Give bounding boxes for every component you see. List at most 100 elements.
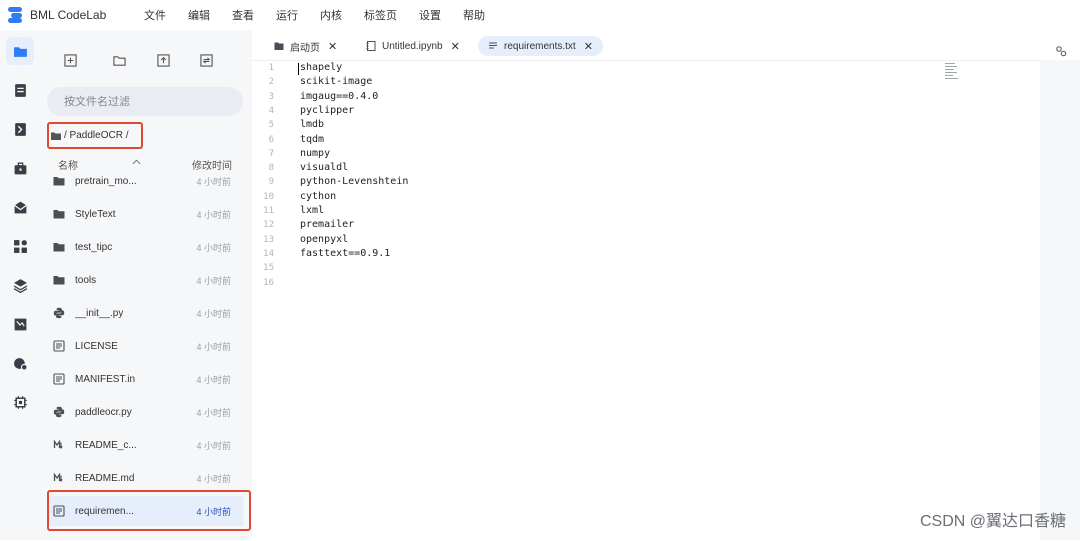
property-inspector-icon[interactable] [1055,44,1067,57]
code-line: lxml [300,205,325,216]
tab-0[interactable]: 启动页 ✕ [264,36,347,56]
code-line: numpy [300,147,331,159]
file-modified: 4 小时前 [196,176,231,187]
layers-icon[interactable] [6,271,34,299]
code-line: shapely [300,62,343,73]
file-row[interactable]: StyleText 4 小时前 [47,199,243,229]
notebook-icon [366,41,376,51]
file-row[interactable]: pretrain_mo... 4 小时前 [47,166,243,196]
file-name: StyleText [75,208,116,220]
menu-item-1[interactable]: 编辑 [188,7,210,23]
file-row[interactable]: paddleocr.py 4 小时前 [47,397,243,427]
menu-item-5[interactable]: 标签页 [364,7,397,23]
close-icon[interactable]: ✕ [584,40,593,53]
line-number: 3 [268,91,274,102]
toolbox-icon[interactable] [6,154,34,182]
new-folder-icon[interactable] [111,52,127,68]
bml-logo-icon [8,7,22,23]
file-modified: 4 小时前 [196,407,231,418]
text-editor[interactable]: 1 shapely 2 scikit-image 3 imgaug==0.4.0 4 pycl… [252,60,1040,541]
file-modified: 4 小时前 [196,374,231,385]
folder-file-icon [53,208,65,220]
text-file-icon [53,340,65,352]
file-filter-input[interactable] [47,87,243,116]
launcher-icon [274,41,284,51]
line-number: 14 [263,248,274,259]
line-number: 8 [268,163,274,174]
selected-file-highlight [47,490,251,531]
new-launcher-icon[interactable] [62,52,78,68]
file-name: README.md [75,472,135,484]
code-line: python-Levenshtein [300,176,409,188]
line-number: 10 [263,191,274,202]
code-line: fasttext==0.9.1 [300,247,391,259]
menu-item-6[interactable]: 设置 [419,7,441,23]
folder-icon[interactable] [6,37,34,65]
file-row[interactable]: __init__.py 4 小时前 [47,298,243,328]
file-row[interactable]: README_c... 4 小时前 [47,430,243,460]
mail-icon[interactable] [6,193,34,221]
code-line: visualdl [300,162,349,174]
folder-file-icon [53,241,65,253]
code-line: tqdm [300,133,325,145]
editor-minimap[interactable] [945,63,959,85]
chart-icon[interactable] [6,310,34,338]
tab-bar: 启动页 ✕ Untitled.ipynb ✕ requirements.txt ✕ [252,30,1080,60]
text-cursor [298,63,299,75]
file-modified: 4 小时前 [196,275,231,286]
file-modified: 4 小时前 [196,473,231,484]
close-icon[interactable]: ✕ [451,40,460,53]
folder-file-icon [53,175,65,187]
menu-item-0[interactable]: 文件 [144,7,166,23]
breadcrumb-path: / PaddleOCR / [64,130,129,141]
text-file-icon [488,41,498,51]
chip-icon[interactable] [6,388,34,416]
extensions-icon[interactable] [6,232,34,260]
menu-list: 文件 编辑 查看 运行 内核 标签页 设置 帮助 [144,7,507,23]
file-browser-panel: / PaddleOCR / 名称 修改时间 pretrain_mo...4 小时… [40,30,252,540]
file-row[interactable]: test_tipc 4 小时前 [47,232,243,262]
tab-2[interactable]: requirements.txt ✕ [478,36,603,56]
upload-icon[interactable] [155,52,171,68]
refresh-icon[interactable] [198,52,214,68]
file-modified: 4 小时前 [196,242,231,253]
code-line: cython [300,190,337,202]
text-file-icon [53,373,65,385]
file-name: paddleocr.py [75,406,132,418]
python-file-icon [53,307,65,319]
folder-icon [51,132,61,140]
menu-item-3[interactable]: 运行 [276,7,298,23]
file-modified: 4 小时前 [196,440,231,451]
file-name: LICENSE [75,340,118,352]
tab-1[interactable]: Untitled.ipynb ✕ [356,36,470,56]
line-number: 13 [263,234,274,245]
watermark: CSDN @翼达口香糖 [919,513,1066,530]
code-line: lmdb [300,119,325,131]
line-number: 7 [268,148,274,159]
file-name: test_tipc [75,241,113,253]
menu-item-4[interactable]: 内核 [320,7,342,23]
file-row[interactable]: MANIFEST.in 4 小时前 [47,364,243,394]
menu-item-7[interactable]: 帮助 [463,7,485,23]
file-row[interactable]: tools 4 小时前 [47,265,243,295]
file-name: MANIFEST.in [75,373,136,385]
breadcrumb[interactable]: / PaddleOCR / [47,122,143,149]
app-logo: BML CodeLab [8,7,144,23]
tab-label: requirements.txt [504,40,576,52]
commands-icon[interactable] [6,115,34,143]
running-icon[interactable] [6,76,34,104]
tab-label: Untitled.ipynb [382,40,443,52]
deploy-icon[interactable] [6,349,34,377]
line-number: 16 [263,277,274,288]
file-row[interactable]: LICENSE 4 小时前 [47,331,243,361]
line-number: 2 [268,77,274,88]
menu-item-2[interactable]: 查看 [232,7,254,23]
file-browser-toolbar [40,46,252,74]
line-number: 1 [268,63,274,73]
code-line: premailer [300,219,355,231]
folder-file-icon [53,274,65,286]
file-modified: 4 小时前 [196,308,231,319]
file-row[interactable]: README.md 4 小时前 [47,463,243,493]
close-icon[interactable]: ✕ [328,40,337,53]
file-name: README_c... [75,439,137,451]
